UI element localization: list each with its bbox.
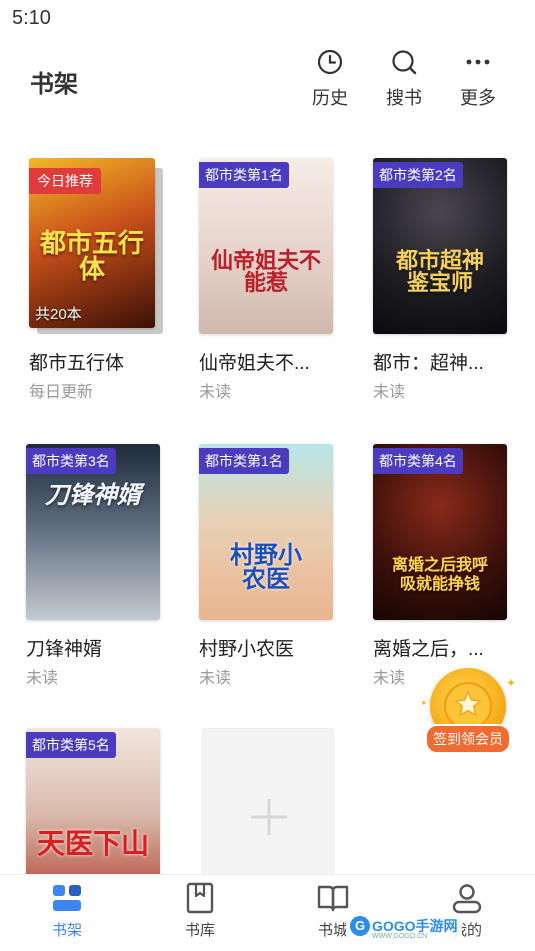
- cover-title: 都市超神鉴宝师: [395, 248, 484, 295]
- cover-title: 都市五行体: [39, 228, 144, 284]
- checkin-label: 签到领会员: [425, 724, 511, 754]
- status-bar: 5:10: [0, 0, 535, 36]
- more-dots-icon: [466, 59, 490, 65]
- book-status: 未读: [26, 670, 59, 687]
- tab-bookshelf[interactable]: 书架: [32, 881, 102, 940]
- search-label: 搜书: [386, 88, 422, 108]
- book-cover: 都市五行体 今日推荐 共20本: [29, 158, 155, 328]
- plus-icon: [251, 799, 287, 835]
- star-icon: [454, 690, 482, 717]
- rank-badge: 都市类第2名: [373, 162, 463, 188]
- tab-library[interactable]: 书库: [165, 881, 235, 940]
- watermark-logo: G: [350, 916, 370, 936]
- history-button[interactable]: 历史: [300, 48, 360, 110]
- page-title: 书架: [30, 71, 78, 98]
- book-status: 未读: [373, 670, 406, 687]
- book-cover: 刀锋神婿 都市类第3名: [26, 444, 160, 620]
- watermark: G GOGO手游网 WWW.GOGO.CN: [346, 916, 462, 942]
- more-button[interactable]: 更多: [448, 48, 508, 110]
- rank-badge: 都市类第3名: [26, 448, 116, 474]
- book-title: 都市五行体: [29, 353, 125, 374]
- book-cover: 村野小农医 都市类第1名: [199, 444, 333, 620]
- search-button[interactable]: 搜书: [374, 48, 434, 110]
- cover-title: 村野小农医: [230, 542, 302, 593]
- cover-title: 离婚之后我呼吸就能挣钱: [391, 557, 488, 594]
- cover-title: 天医下山: [36, 828, 149, 859]
- cover-title: 刀锋神婿: [45, 482, 141, 509]
- book-title: 离婚之后，...: [373, 639, 484, 660]
- book-count: 共20本: [35, 306, 82, 323]
- book-title: 村野小农医: [199, 639, 295, 660]
- sparkle-icon: ✦: [420, 698, 428, 708]
- rank-badge: 都市类第1名: [199, 448, 289, 474]
- sparkle-icon: ✦: [506, 676, 517, 690]
- bookshelf-icon: [53, 885, 81, 911]
- book-status: 未读: [199, 670, 232, 687]
- user-icon: [452, 884, 482, 914]
- today-recommend-badge: 今日推荐: [29, 168, 101, 194]
- watermark-text: GOGO手游网: [372, 918, 458, 934]
- book-title: 都市：超神...: [373, 353, 484, 374]
- book-cover: 都市超神鉴宝师 都市类第2名: [373, 158, 507, 334]
- watermark-sub: WWW.GOGO.CN: [372, 933, 428, 940]
- book-cover: 离婚之后我呼吸就能挣钱 都市类第4名: [373, 444, 507, 620]
- more-label: 更多: [460, 88, 496, 108]
- book-status: 未读: [199, 384, 232, 401]
- book-status: 每日更新: [29, 384, 94, 401]
- open-book-icon: [317, 885, 349, 912]
- rank-badge: 都市类第5名: [26, 732, 116, 758]
- rank-badge: 都市类第1名: [199, 162, 289, 188]
- book-title: 刀锋神婿: [26, 639, 103, 660]
- book-title: 仙帝姐夫不...: [199, 353, 310, 374]
- book-status: 未读: [373, 384, 406, 401]
- checkin-button[interactable]: ✦ ✦ 签到领会员: [420, 668, 520, 754]
- clock-icon: [317, 49, 343, 75]
- tab-label: 书库: [184, 922, 215, 939]
- search-icon: [392, 50, 417, 75]
- header: 书架 历史 搜书 更多: [0, 36, 535, 126]
- rank-badge: 都市类第4名: [373, 448, 463, 474]
- status-time: 5:10: [12, 7, 51, 29]
- history-label: 历史: [312, 88, 348, 108]
- book-cover: 仙帝姐夫不能惹 都市类第1名: [199, 158, 333, 334]
- bookmark-book-icon: [186, 882, 214, 914]
- tab-label: 书架: [51, 922, 82, 939]
- cover-title: 仙帝姐夫不能惹: [211, 248, 322, 295]
